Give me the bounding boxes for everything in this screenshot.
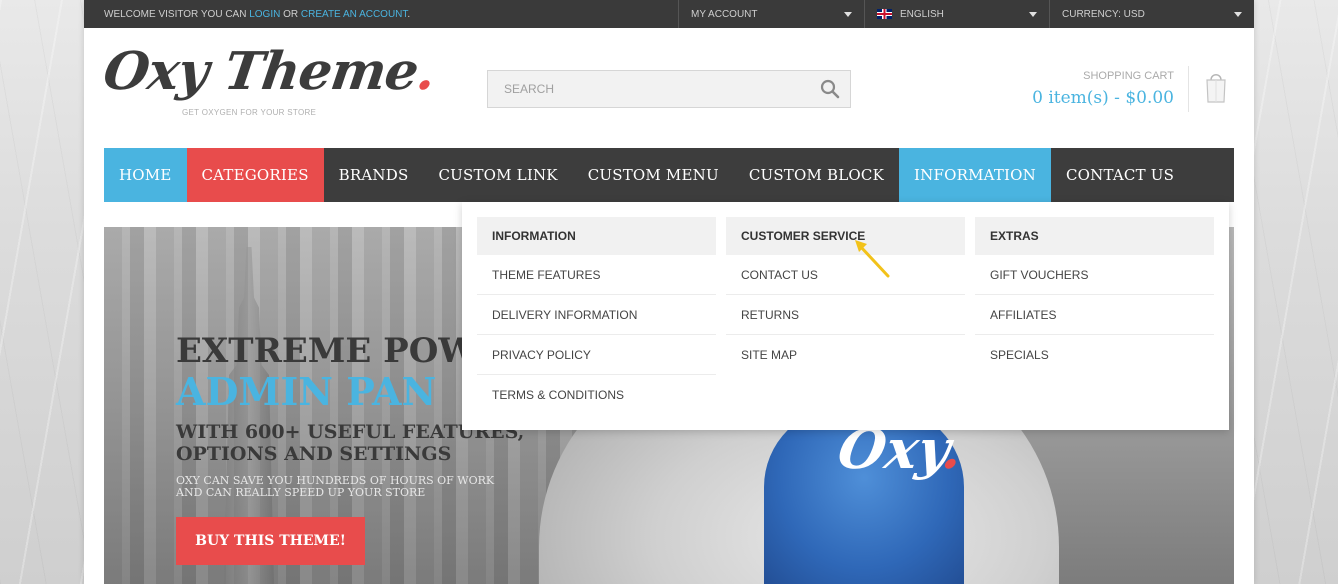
nav-item-information[interactable]: INFORMATION xyxy=(899,148,1051,202)
top-bar: WELCOME VISITOR YOU CAN LOGIN OR CREATE … xyxy=(84,0,1254,28)
language-label: ENGLISH xyxy=(900,8,944,20)
search-box xyxy=(487,70,851,108)
nav-item-contact-us[interactable]: CONTACT US xyxy=(1051,148,1189,202)
information-mega-menu: INFORMATION THEME FEATURES DELIVERY INFO… xyxy=(462,202,1229,430)
menu-column-extras: EXTRAS GIFT VOUCHERS AFFILIATES SPECIALS xyxy=(975,217,1214,375)
chevron-down-icon xyxy=(1234,11,1242,17)
menu-link-contact-us[interactable]: CONTACT US xyxy=(726,255,965,295)
or-text: OR xyxy=(283,8,299,20)
nav-item-custom-menu[interactable]: CUSTOM MENU xyxy=(573,148,734,202)
menu-link-privacy-policy[interactable]: PRIVACY POLICY xyxy=(477,335,716,375)
logo-tagline: GET OXYGEN FOR YOUR STORE xyxy=(182,108,317,117)
main-navigation: HOME CATEGORIES BRANDS CUSTOM LINK CUSTO… xyxy=(104,148,1234,202)
menu-column-heading[interactable]: CUSTOMER SERVICE xyxy=(726,217,965,255)
cart-total[interactable]: 0 item(s) - $0.00 xyxy=(1032,88,1174,108)
menu-link-site-map[interactable]: SITE MAP xyxy=(726,335,965,375)
menu-link-gift-vouchers[interactable]: GIFT VOUCHERS xyxy=(975,255,1214,295)
cart-label: SHOPPING CART xyxy=(1083,70,1174,82)
currency-dropdown[interactable]: CURRENCY: USD xyxy=(1049,0,1254,28)
nav-item-custom-link[interactable]: CUSTOM LINK xyxy=(423,148,572,202)
site-logo[interactable]: Oxy Theme. xyxy=(100,41,439,102)
nav-item-home[interactable]: HOME xyxy=(104,148,187,202)
site-header: Oxy Theme. GET OXYGEN FOR YOUR STORE SHO… xyxy=(84,28,1254,148)
banner-subtitle-line2: OPTIONS AND SETTINGS xyxy=(176,443,452,465)
nav-item-categories[interactable]: CATEGORIES xyxy=(186,148,324,202)
banner-description: OXY CAN SAVE YOU HUNDREDS OF HOURS OF WO… xyxy=(176,475,536,499)
search-icon[interactable] xyxy=(810,71,850,107)
login-link[interactable]: LOGIN xyxy=(249,9,280,20)
menu-link-theme-features[interactable]: THEME FEATURES xyxy=(477,255,716,295)
menu-column-information: INFORMATION THEME FEATURES DELIVERY INFO… xyxy=(477,217,716,415)
menu-link-terms-conditions[interactable]: TERMS & CONDITIONS xyxy=(477,375,716,415)
nav-item-brands[interactable]: BRANDS xyxy=(324,148,424,202)
page-container: WELCOME VISITOR YOU CAN LOGIN OR CREATE … xyxy=(84,0,1254,584)
banner-description-line2: AND CAN REALLY SPEED UP YOUR STORE xyxy=(176,486,426,499)
banner-title-line2: ADMIN PAN xyxy=(176,369,437,414)
menu-link-affiliates[interactable]: AFFILIATES xyxy=(975,295,1214,335)
menu-link-returns[interactable]: RETURNS xyxy=(726,295,965,335)
language-selector: ENGLISH xyxy=(877,9,944,20)
my-account-dropdown[interactable]: MY ACCOUNT xyxy=(678,0,864,28)
shopping-bag-icon[interactable] xyxy=(1204,70,1228,104)
welcome-message: WELCOME VISITOR YOU CAN LOGIN OR CREATE … xyxy=(84,9,678,20)
menu-link-delivery-information[interactable]: DELIVERY INFORMATION xyxy=(477,295,716,335)
search-input[interactable] xyxy=(488,71,810,107)
uk-flag-icon xyxy=(877,8,892,19)
welcome-prefix: WELCOME VISITOR YOU CAN xyxy=(104,8,247,20)
menu-column-heading[interactable]: EXTRAS xyxy=(975,217,1214,255)
arrow-pointer-icon xyxy=(852,236,892,280)
create-account-link[interactable]: CREATE AN ACCOUNT xyxy=(301,9,408,20)
language-dropdown[interactable]: ENGLISH xyxy=(864,0,1049,28)
buy-theme-button[interactable]: BUY THIS THEME! xyxy=(176,517,365,565)
menu-link-specials[interactable]: SPECIALS xyxy=(975,335,1214,375)
logo-text: Oxy Theme xyxy=(99,41,422,102)
nav-item-custom-block[interactable]: CUSTOM BLOCK xyxy=(734,148,899,202)
banner-title-line1: EXTREME POW xyxy=(176,331,477,371)
menu-column-customer-service: CUSTOMER SERVICE CONTACT US RETURNS SITE… xyxy=(726,217,965,375)
chevron-down-icon xyxy=(1029,11,1037,17)
my-account-label: MY ACCOUNT xyxy=(691,8,758,20)
chevron-down-icon xyxy=(844,11,852,17)
menu-column-heading[interactable]: INFORMATION xyxy=(477,217,716,255)
currency-label: CURRENCY: USD xyxy=(1062,8,1145,20)
cart-divider xyxy=(1188,66,1189,112)
welcome-period: . xyxy=(407,8,411,20)
